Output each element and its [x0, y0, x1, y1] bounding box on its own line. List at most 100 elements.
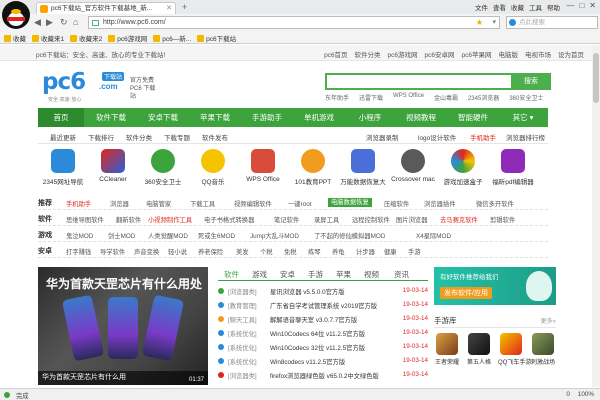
app-item[interactable]: 万能数据恢复大	[338, 149, 388, 186]
news-row[interactable]: [教育管理] 广东省自学考试管理系统 v2019官方版 19-03-14	[218, 299, 428, 311]
nav-smart-hardware[interactable]: 智能硬件	[448, 108, 498, 127]
refresh-icon[interactable]: ↻	[60, 17, 68, 28]
category-link[interactable]: 养老保险	[198, 247, 223, 256]
nav-mobile-games[interactable]: 手游助手	[242, 108, 292, 127]
nav-software[interactable]: 软件下载	[86, 108, 136, 127]
category-link[interactable]: 剑士MOD	[108, 231, 135, 240]
bookmark-item[interactable]: 收藏来2	[70, 33, 102, 43]
category-link[interactable]: 死或生6MOD	[198, 231, 235, 240]
category-link[interactable]: X4星际MOD	[416, 231, 451, 240]
tab-news[interactable]: 资讯	[394, 269, 409, 280]
nav-home[interactable]: 首页	[38, 108, 84, 127]
subnav-item[interactable]: 最近更新	[50, 132, 76, 142]
category-link[interactable]: 免税	[284, 247, 297, 256]
site-search-input[interactable]: 搜索	[325, 73, 551, 90]
nav-android[interactable]: 安卓下载	[138, 108, 188, 127]
app-item[interactable]: 360安全卫士	[138, 149, 188, 186]
category-link[interactable]: 鬼泣MOD	[66, 231, 93, 240]
subnav-item[interactable]: logo设计软件	[418, 132, 456, 142]
category-link[interactable]: 打字赚钱	[66, 247, 91, 256]
category-link[interactable]: Jump大乱斗MOD	[250, 231, 299, 240]
qq-browser-logo[interactable]	[2, 1, 30, 29]
category-link[interactable]: 微信多开软件	[476, 199, 514, 208]
bookmark-item[interactable]: 收藏	[4, 33, 26, 43]
category-link[interactable]: 浏览器插件	[424, 199, 455, 208]
game-item[interactable]: 王者荣耀	[434, 333, 460, 366]
app-item[interactable]: WPS Office	[238, 149, 288, 183]
hot-word[interactable]: WPS Office	[393, 93, 424, 102]
top-link[interactable]: pc6游戏网	[388, 49, 418, 59]
category-link[interactable]: 录屏工具	[314, 215, 339, 224]
hot-word[interactable]: 东年助手	[325, 93, 349, 102]
game-item[interactable]: 第五人格	[466, 333, 492, 366]
download-count[interactable]: 0	[566, 391, 570, 398]
zoom-level[interactable]: 100%	[578, 391, 594, 398]
back-icon[interactable]: ◀	[34, 17, 41, 28]
category-link[interactable]: 压缩软件	[384, 199, 409, 208]
subnav-item[interactable]: 软件分类	[126, 132, 152, 142]
news-row[interactable]: [聊天工具] 解解语音聊天室 v3.0.7.7官方版 19-03-14	[218, 313, 428, 325]
category-link[interactable]: 电脑管家	[146, 199, 171, 208]
bookmark-item[interactable]: pc6下载站	[197, 33, 236, 43]
scrollbar-thumb[interactable]	[593, 53, 599, 103]
browser-search-input[interactable]: 点此搜索	[506, 16, 598, 29]
subnav-item[interactable]: 浏览器排行榜	[506, 132, 545, 142]
nav-apple[interactable]: 苹果下载	[190, 108, 240, 127]
minimize-icon[interactable]: —	[566, 1, 574, 10]
category-link[interactable]: 电子书格式转换器	[204, 215, 254, 224]
subnav-item[interactable]: 下载排行	[88, 132, 114, 142]
category-link[interactable]: 思维导图软件	[66, 215, 104, 224]
app-item[interactable]: 福昕pdf编辑器	[488, 149, 538, 186]
subnav-item[interactable]: 浏览器录制	[366, 132, 399, 142]
bookmark-star-icon[interactable]: ★	[476, 17, 483, 29]
menu-help[interactable]: 帮助	[547, 2, 560, 12]
top-link[interactable]: 设为首页	[558, 49, 584, 59]
category-link[interactable]: 计步器	[356, 247, 375, 256]
category-link[interactable]: 手机助手	[66, 199, 91, 208]
nav-pc-games[interactable]: 单机游戏	[294, 108, 344, 127]
subnav-item-hot[interactable]: 手机助手	[470, 132, 496, 142]
app-item[interactable]: 101教育PPT	[288, 149, 338, 186]
category-link[interactable]: 一键root	[288, 199, 311, 208]
top-link[interactable]: 软件分类	[355, 49, 381, 59]
category-link[interactable]: 健康	[384, 247, 397, 256]
top-link[interactable]: pc6首页	[324, 49, 347, 59]
address-bar[interactable]: http://www.pc6.com/ ★ ▾	[88, 16, 500, 29]
forward-icon[interactable]: ▶	[46, 17, 53, 28]
category-link[interactable]: 笔记软件	[274, 215, 299, 224]
category-link[interactable]: 小视频制作工具	[148, 215, 192, 224]
category-link[interactable]: 远程控制软件	[352, 215, 390, 224]
category-link[interactable]: 导学软件	[100, 247, 125, 256]
category-link[interactable]: 美发	[236, 247, 249, 256]
category-link[interactable]: 人类觉醒MOD	[148, 231, 188, 240]
news-row[interactable]: [系统优化] Win10Codecs 32位 v11.2.5官方版 19-03-14	[218, 341, 428, 353]
menu-favorites[interactable]: 收藏	[511, 2, 524, 12]
category-link[interactable]: 剪辑软件	[490, 215, 515, 224]
menu-file[interactable]: 文件	[475, 2, 488, 12]
site-logo[interactable]: pc6 下载站 .com 安全·高速·放心 官方免费 PC6 下载站	[42, 65, 157, 105]
publish-promo-banner[interactable]: 有好软件推荐给我们 发布软件/应用	[434, 267, 556, 305]
more-link[interactable]: 更多»	[541, 316, 556, 325]
app-item[interactable]: QQ音乐	[188, 149, 238, 186]
category-link[interactable]: 翻新软件	[116, 215, 141, 224]
close-tab-icon[interactable]: ✕	[166, 3, 172, 14]
new-tab-button[interactable]: +	[182, 2, 187, 12]
nav-other[interactable]: 其它 ▾	[500, 108, 546, 127]
menu-view[interactable]: 查看	[493, 2, 506, 12]
top-link[interactable]: 电脑版	[499, 49, 519, 59]
category-link[interactable]: 养龟	[332, 247, 345, 256]
category-link[interactable]: 个税	[260, 247, 273, 256]
tab-pc6[interactable]: pc6下载站_官方软件下载基地_新... ✕	[36, 2, 176, 14]
news-row[interactable]: [系统优化] Win8codecs v11.2.5官方版 19-03-14	[218, 355, 428, 367]
nav-video-tutorial[interactable]: 视频教程	[396, 108, 446, 127]
category-link[interactable]: 练琴	[308, 247, 321, 256]
app-item[interactable]: CCleaner	[88, 149, 138, 183]
menu-tools[interactable]: 工具	[529, 2, 542, 12]
maximize-icon[interactable]: □	[579, 1, 584, 10]
top-link[interactable]: pc6安卓网	[425, 49, 455, 59]
category-link[interactable]: 下载工具	[190, 199, 215, 208]
news-row[interactable]: [浏览器类] firefox浏览器绿色版 v65.0.2中文绿色版 19-03-14	[218, 369, 428, 381]
tab-apple[interactable]: 苹果	[336, 269, 351, 280]
category-link[interactable]: 图片浏览器	[396, 215, 427, 224]
hot-word[interactable]: 360安全卫士	[509, 93, 543, 102]
